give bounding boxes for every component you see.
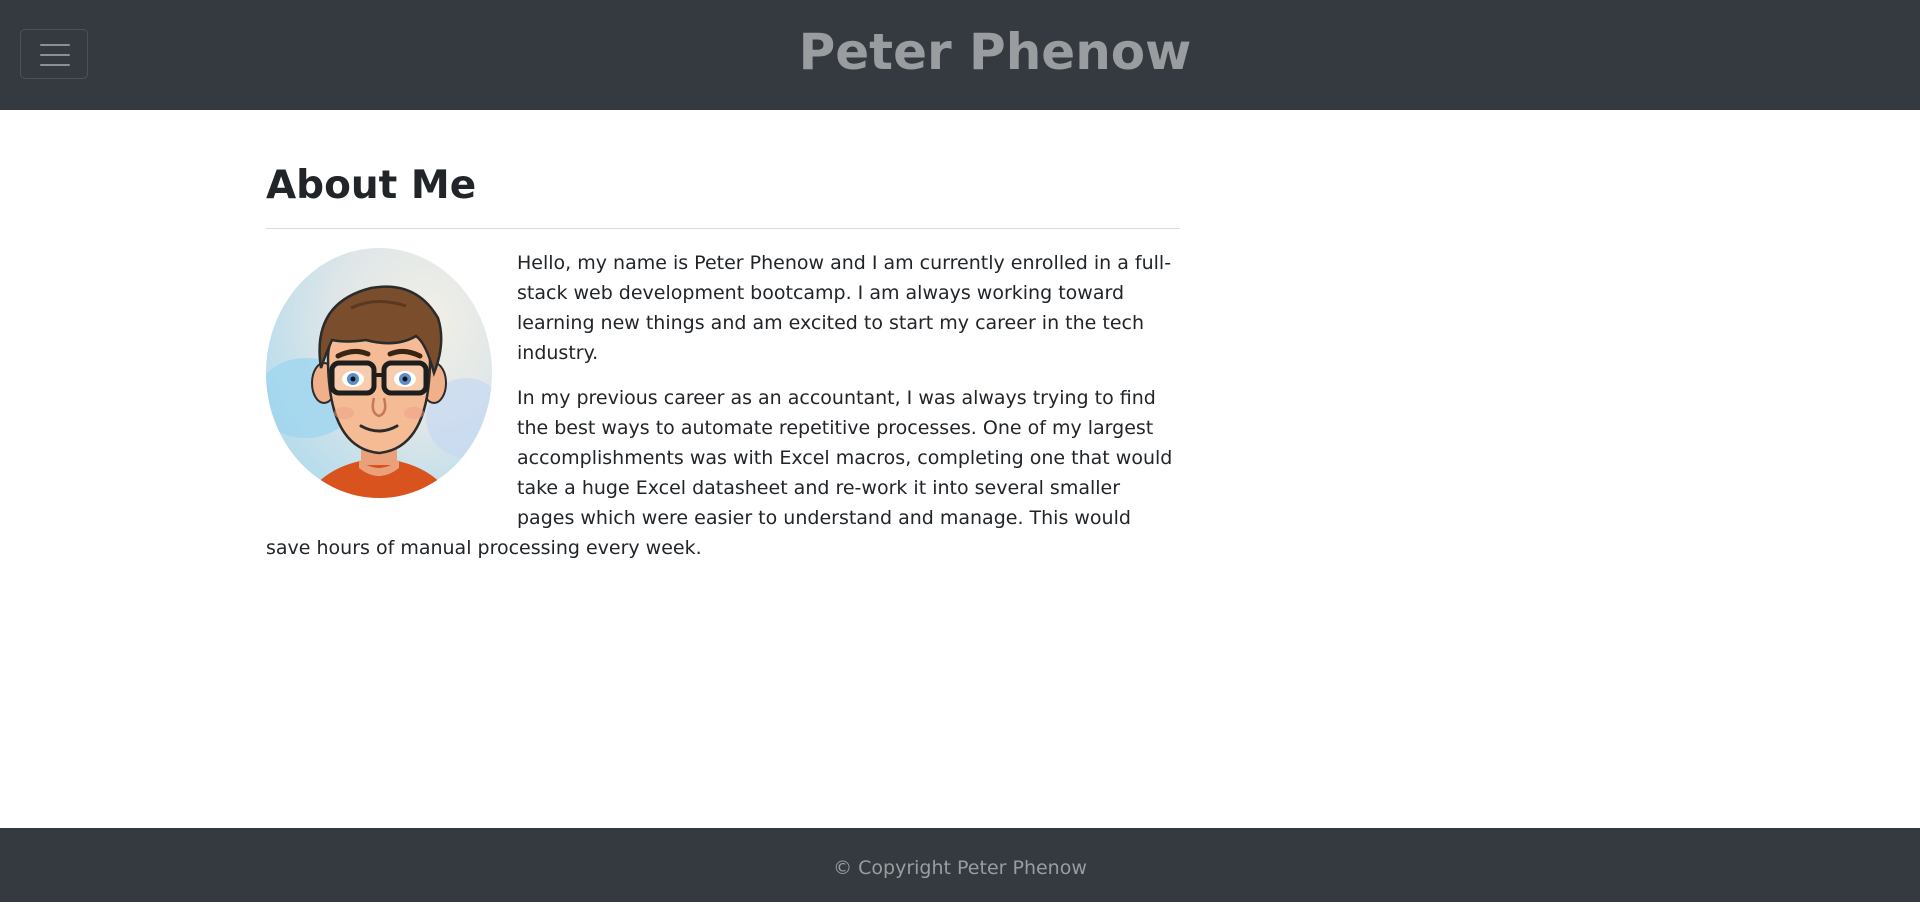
avatar: [266, 248, 492, 498]
copyright-text: © Copyright Peter Phenow: [833, 857, 1087, 879]
brand-wrapper: Peter Phenow: [0, 0, 1920, 110]
footer: © Copyright Peter Phenow: [0, 828, 1920, 902]
avatar-image: [266, 248, 492, 498]
title-divider: [266, 228, 1180, 229]
page-title: About Me: [266, 163, 477, 208]
brand-title[interactable]: Peter Phenow: [799, 0, 1192, 104]
about-section: About Me Hello, my name is Peter Phenow …: [266, 150, 1180, 578]
navbar: Peter Phenow: [0, 0, 1920, 110]
